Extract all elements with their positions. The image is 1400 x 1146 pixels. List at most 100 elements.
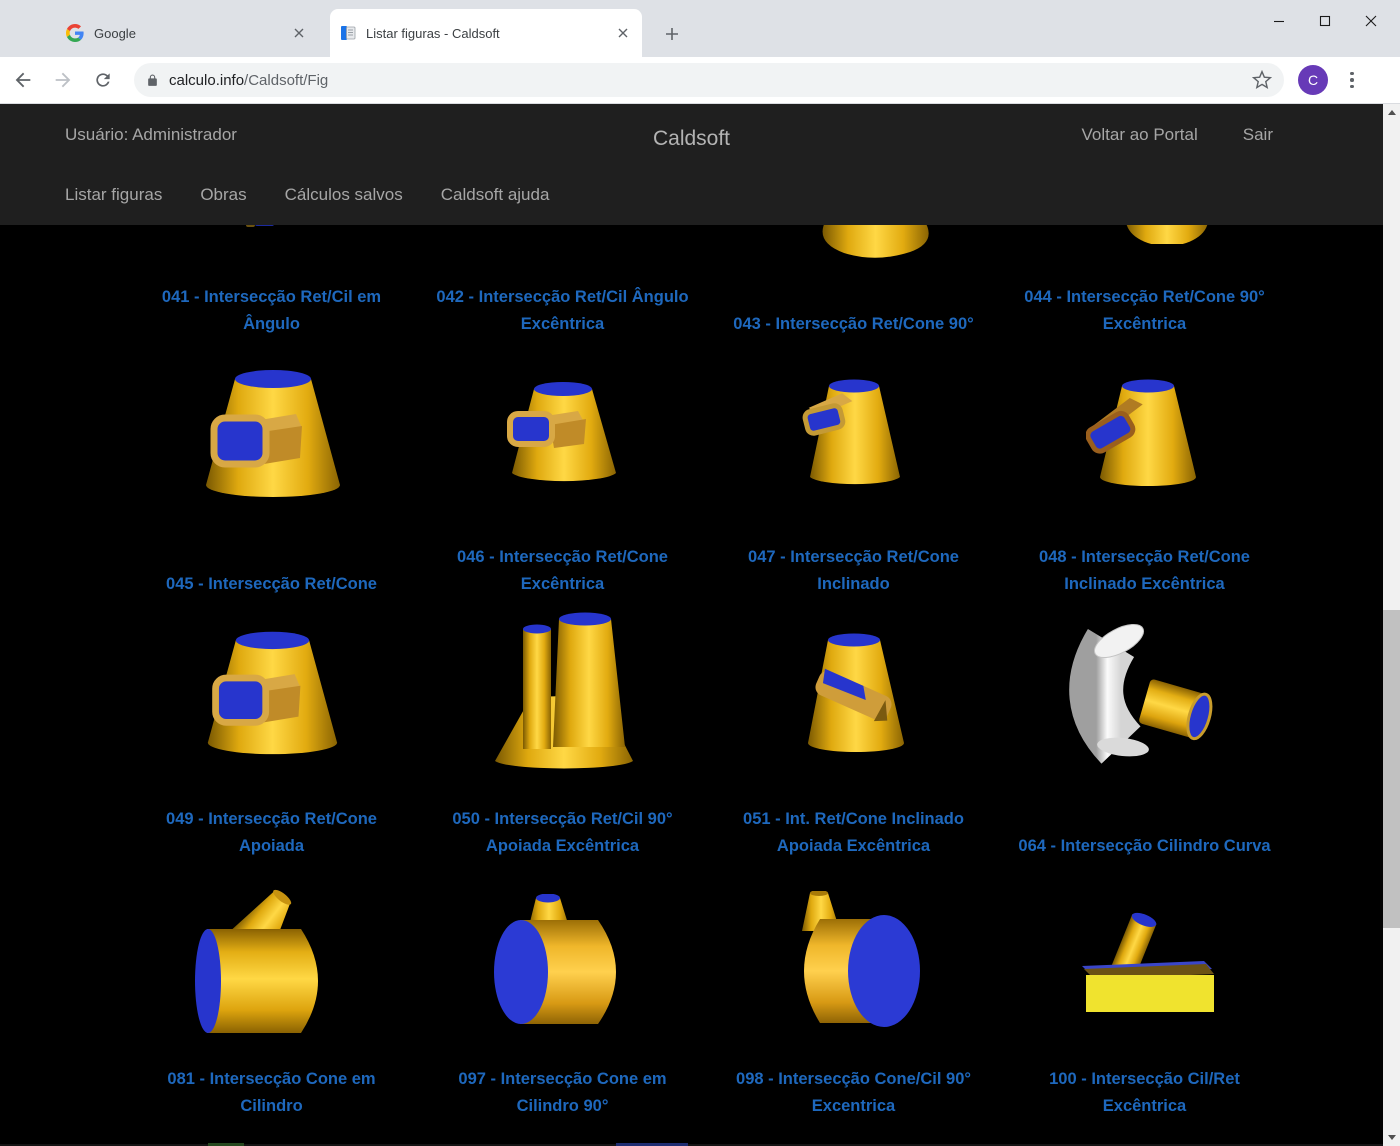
figure-row-4-images bbox=[126, 874, 1290, 1046]
link-voltar-ao-portal[interactable]: Voltar ao Portal bbox=[1082, 121, 1198, 148]
bookmark-star-icon[interactable] bbox=[1252, 70, 1272, 90]
page-scrollbar[interactable] bbox=[1383, 104, 1400, 1146]
nav-listar-figuras[interactable]: Listar figuras bbox=[65, 181, 162, 208]
browser-window: Google Listar figuras - Caldsoft bbox=[0, 0, 1400, 1146]
tab-close-icon[interactable] bbox=[290, 24, 308, 42]
figure-label-line: 049 - Intersecção Ret/Cone bbox=[126, 806, 417, 833]
nav-caldsoft-ajuda[interactable]: Caldsoft ajuda bbox=[441, 181, 550, 208]
figure-label-line: 098 - Intersecção Cone/Cil 90° bbox=[708, 1066, 999, 1093]
link-sair[interactable]: Sair bbox=[1243, 121, 1273, 148]
address-bar[interactable]: calculo.info/Caldsoft/Fig bbox=[134, 63, 1284, 97]
scrollbar-up-icon[interactable] bbox=[1383, 104, 1400, 121]
figure-049-image[interactable] bbox=[194, 624, 349, 759]
figure-row-2-labels: 045 - Intersecção Ret/Cone 046 - Interse… bbox=[126, 540, 1290, 598]
figure-label-line: 046 - Intersecção Ret/Cone bbox=[417, 544, 708, 571]
figure-label-line: Excêntrica bbox=[999, 311, 1290, 338]
cylinder-with-top-cone-shape bbox=[488, 894, 638, 1026]
tab-close-icon[interactable] bbox=[614, 24, 632, 42]
figure-098-image[interactable] bbox=[784, 891, 924, 1029]
figure-link-049[interactable]: 049 - Intersecção Ret/ConeApoiada bbox=[126, 802, 417, 860]
cone-with-duct-shape bbox=[500, 376, 625, 488]
figure-label-line: 043 - Intersecção Ret/Cone 90° bbox=[708, 311, 999, 338]
figure-link-048[interactable]: 048 - Intersecção Ret/ConeInclinado Excê… bbox=[999, 540, 1290, 598]
figure-label-line: 047 - Intersecção Ret/Cone bbox=[708, 544, 999, 571]
figure-label-line: Inclinado Excêntrica bbox=[999, 571, 1290, 598]
figure-045-image[interactable] bbox=[192, 362, 352, 502]
cone-with-duct-shape bbox=[192, 362, 352, 502]
window-controls bbox=[1256, 6, 1394, 36]
tab-listar-figuras[interactable]: Listar figuras - Caldsoft bbox=[330, 9, 642, 57]
back-button[interactable] bbox=[6, 63, 40, 97]
figure-051-image[interactable] bbox=[798, 627, 910, 757]
google-favicon bbox=[66, 24, 84, 42]
tab-google[interactable]: Google bbox=[56, 9, 318, 57]
figure-row-2-images bbox=[126, 359, 1290, 504]
figure-label-line: Inclinado bbox=[708, 571, 999, 598]
skirt-two-cylinders-shape bbox=[483, 611, 643, 773]
reload-button[interactable] bbox=[86, 63, 120, 97]
figure-label-line: 048 - Intersecção Ret/Cone bbox=[999, 544, 1290, 571]
forward-button[interactable] bbox=[46, 63, 80, 97]
nav-obras[interactable]: Obras bbox=[200, 181, 246, 208]
figure-link-044[interactable]: 044 - Intersecção Ret/Cone 90°Excêntrica bbox=[999, 280, 1290, 338]
figure-label-line: Apoiada bbox=[126, 833, 417, 860]
page-content: Usuário: Administrador Caldsoft Voltar a… bbox=[0, 104, 1400, 1146]
cylinder-with-top-cone-shape bbox=[784, 891, 924, 1029]
figure-label-line: Apoiada Excêntrica bbox=[708, 833, 999, 860]
figure-label-line: 100 - Intersecção Cil/Ret bbox=[999, 1066, 1290, 1093]
figure-label-line: Excentrica bbox=[708, 1093, 999, 1120]
header-links: Voltar ao Portal Sair bbox=[1082, 121, 1273, 148]
figure-label-line: Excêntrica bbox=[999, 1093, 1290, 1120]
scrollbar-down-icon[interactable] bbox=[1383, 1129, 1400, 1146]
figure-link-098[interactable]: 098 - Intersecção Cone/Cil 90°Excentrica bbox=[708, 1062, 999, 1120]
caldsoft-favicon bbox=[340, 25, 356, 41]
nav-calculos-salvos[interactable]: Cálculos salvos bbox=[285, 181, 403, 208]
figure-link-050[interactable]: 050 - Intersecção Ret/Cil 90°Apoiada Exc… bbox=[417, 802, 708, 860]
browser-menu-icon[interactable] bbox=[1340, 68, 1364, 92]
figure-row-3-images bbox=[126, 604, 1290, 779]
minimize-button[interactable] bbox=[1256, 6, 1302, 36]
figure-row-1-labels: 041 - Intersecção Ret/Cil emÂngulo 042 -… bbox=[126, 280, 1290, 338]
tab-title: Google bbox=[94, 26, 290, 41]
figure-043-image[interactable] bbox=[810, 220, 942, 262]
figure-link-047[interactable]: 047 - Intersecção Ret/ConeInclinado bbox=[708, 540, 999, 598]
figure-064-image[interactable] bbox=[1057, 613, 1232, 771]
browser-toolbar: calculo.info/Caldsoft/Fig C bbox=[0, 57, 1400, 104]
figure-050-image[interactable] bbox=[483, 611, 643, 773]
figure-label-line: 042 - Intersecção Ret/Cil Ângulo bbox=[417, 284, 708, 311]
figure-046-image[interactable] bbox=[500, 376, 625, 488]
maximize-button[interactable] bbox=[1302, 6, 1348, 36]
figure-097-image[interactable] bbox=[488, 894, 638, 1026]
tab-title: Listar figuras - Caldsoft bbox=[366, 26, 614, 41]
figure-link-064[interactable]: 064 - Intersecção Cilindro Curva bbox=[999, 802, 1290, 860]
site-header: Usuário: Administrador Caldsoft Voltar a… bbox=[0, 104, 1383, 225]
figure-row-3-labels: 049 - Intersecção Ret/ConeApoiada 050 - … bbox=[126, 802, 1290, 860]
figure-label-line: 041 - Intersecção Ret/Cil em bbox=[126, 284, 417, 311]
figure-link-043[interactable]: 043 - Intersecção Ret/Cone 90° bbox=[708, 280, 999, 338]
cone-with-duct-shape bbox=[1086, 373, 1204, 491]
figure-label-line: 064 - Intersecção Cilindro Curva bbox=[999, 833, 1290, 860]
url-host: calculo.info bbox=[169, 72, 244, 89]
figure-link-045[interactable]: 045 - Intersecção Ret/Cone bbox=[126, 540, 417, 598]
figure-link-097[interactable]: 097 - Intersecção Cone emCilindro 90° bbox=[417, 1062, 708, 1120]
figure-100-image[interactable] bbox=[1072, 904, 1217, 1016]
figure-link-100[interactable]: 100 - Intersecção Cil/RetExcêntrica bbox=[999, 1062, 1290, 1120]
figure-label-line: Excêntrica bbox=[417, 311, 708, 338]
close-window-button[interactable] bbox=[1348, 6, 1394, 36]
figure-link-046[interactable]: 046 - Intersecção Ret/ConeExcêntrica bbox=[417, 540, 708, 598]
figure-label-line: Apoiada Excêntrica bbox=[417, 833, 708, 860]
profile-avatar[interactable]: C bbox=[1298, 65, 1328, 95]
figure-label-line: 050 - Intersecção Ret/Cil 90° bbox=[417, 806, 708, 833]
figure-label-line: 051 - Int. Ret/Cone Inclinado bbox=[708, 806, 999, 833]
scrollbar-thumb[interactable] bbox=[1383, 610, 1400, 928]
figure-081-image[interactable] bbox=[187, 886, 357, 1034]
figure-link-081[interactable]: 081 - Intersecção Cone emCilindro bbox=[126, 1062, 417, 1120]
new-tab-button[interactable] bbox=[658, 20, 686, 48]
figure-link-041[interactable]: 041 - Intersecção Ret/Cil emÂngulo bbox=[126, 280, 417, 338]
figure-047-image[interactable] bbox=[800, 373, 908, 491]
lock-icon bbox=[146, 74, 159, 87]
figure-link-042[interactable]: 042 - Intersecção Ret/Cil ÂnguloExcêntri… bbox=[417, 280, 708, 338]
figure-048-image[interactable] bbox=[1086, 373, 1204, 491]
figure-link-051[interactable]: 051 - Int. Ret/Cone InclinadoApoiada Exc… bbox=[708, 802, 999, 860]
cone-bottom-shape bbox=[810, 220, 942, 262]
